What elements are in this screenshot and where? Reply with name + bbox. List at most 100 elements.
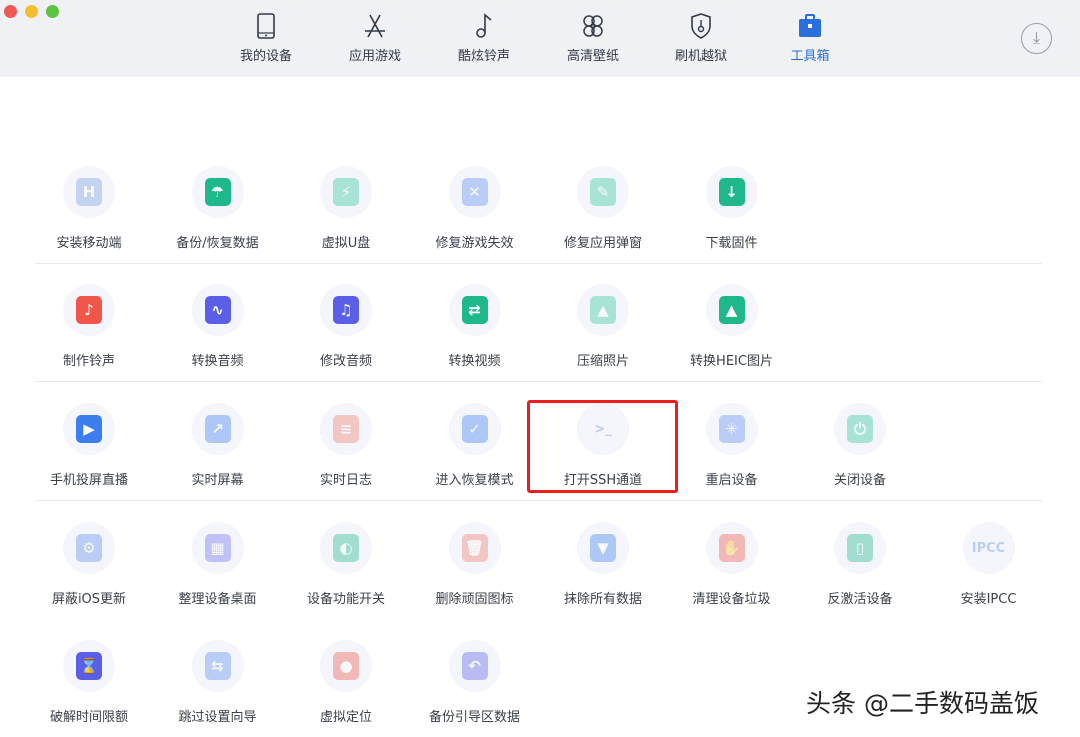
tool-item[interactable]: IPCC 安装IPCC <box>925 522 1053 607</box>
tab-label: 工具箱 <box>765 45 855 64</box>
icon-circle: ◐ <box>320 522 372 574</box>
minimize-window-button[interactable] <box>25 5 38 18</box>
gear-block-icon: ⚙ <box>76 534 102 562</box>
tool-label: 整理设备桌面 <box>154 588 282 607</box>
tool-item[interactable]: ☂备份/恢复数据 <box>154 166 282 251</box>
top-toolbar: 我的设备 应用游戏 酷炫铃声 高清壁纸 刷机越狱 工具箱 ⤓ <box>0 0 1080 77</box>
tool-item[interactable]: ⇆跳过设置向导 <box>154 640 282 725</box>
usb-drive-icon: ⚡ <box>333 178 359 206</box>
tool-item[interactable]: ♫ 修改音频 <box>282 284 410 369</box>
tool-label: 修改音频 <box>282 350 410 369</box>
backup-boot-icon: ↶ <box>462 652 488 680</box>
deactivate-phone-icon: ▯ <box>847 534 873 562</box>
tool-label: 屏蔽iOS更新 <box>25 588 153 607</box>
icon-circle: ✎ <box>577 166 629 218</box>
download-firmware-icon: ↓ <box>719 178 745 206</box>
tool-item[interactable]: ⚙ 屏蔽iOS更新 <box>25 522 153 607</box>
tool-item[interactable]: H安装移动端 <box>25 166 153 251</box>
tool-label: 修复应用弹窗 <box>539 232 667 251</box>
tool-label: 安装IPCC <box>925 588 1053 607</box>
tool-item[interactable]: ▲ 转换HEIC图片 <box>668 284 796 369</box>
icon-circle: ∿ <box>192 284 244 336</box>
icon-circle: H <box>63 166 115 218</box>
tool-label: 虚拟U盘 <box>282 232 410 251</box>
repair-popup-icon: ✎ <box>590 178 616 206</box>
icon-circle: ≡ <box>320 403 372 455</box>
tab-ringtones[interactable]: 酷炫铃声 <box>439 12 529 64</box>
icon-circle: ⏻ <box>834 403 886 455</box>
tab-my-device[interactable]: 我的设备 <box>221 12 311 64</box>
icon-circle: ⚡ <box>320 166 372 218</box>
tool-item[interactable]: ✋清理设备垃圾 <box>668 522 796 607</box>
icon-circle: IPCC <box>963 522 1015 574</box>
tool-item[interactable]: ∿ 转换音频 <box>154 284 282 369</box>
icon-circle: 🗑 <box>449 522 501 574</box>
tool-item[interactable]: ◐设备功能开关 <box>282 522 410 607</box>
row-divider <box>35 263 1042 264</box>
tool-item[interactable]: ✕修复游戏失效 <box>411 166 539 251</box>
tool-item[interactable]: ▯反激活设备 <box>796 522 924 607</box>
clean-icon: ✋ <box>719 534 745 562</box>
tool-label: 跳过设置向导 <box>154 706 282 725</box>
tool-item[interactable]: ↶备份引导区数据 <box>411 640 539 725</box>
tool-label: 转换HEIC图片 <box>668 350 796 369</box>
tool-label: 破解时间限额 <box>25 706 153 725</box>
repair-game-icon: ✕ <box>462 178 488 206</box>
tool-item[interactable]: ⏻ 关闭设备 <box>796 403 924 488</box>
icon-circle: ↶ <box>449 640 501 692</box>
tab-apps-games[interactable]: 应用游戏 <box>330 12 420 64</box>
tool-item[interactable]: ⚡ 虚拟U盘 <box>282 166 410 251</box>
tool-label: 抹除所有数据 <box>539 588 667 607</box>
tool-item[interactable]: ✎ 修复应用弹窗 <box>539 166 667 251</box>
icon-circle: ▲ <box>706 284 758 336</box>
tab-label: 刷机越狱 <box>656 45 746 64</box>
tool-item[interactable]: 🗑 删除顽固图标 <box>411 522 539 607</box>
icon-circle: ▶ <box>63 403 115 455</box>
restart-icon: ✳ <box>719 415 745 443</box>
tool-label: 实时屏幕 <box>154 469 282 488</box>
tool-item[interactable]: ▶手机投屏直播 <box>25 403 153 488</box>
toggle-icon: ◐ <box>333 534 359 562</box>
maximize-window-button[interactable] <box>46 5 59 18</box>
tab-toolbox[interactable]: 工具箱 <box>765 12 855 64</box>
tool-item[interactable]: ♪制作铃声 <box>25 284 153 369</box>
tab-label: 高清壁纸 <box>548 45 638 64</box>
tool-item[interactable]: ✓进入恢复模式 <box>411 403 539 488</box>
tool-item[interactable]: ▲压缩照片 <box>539 284 667 369</box>
tool-item[interactable]: ▼ 抹除所有数据 <box>539 522 667 607</box>
tool-item[interactable]: ⌛ 破解时间限额 <box>25 640 153 725</box>
tab-wallpapers[interactable]: 高清壁纸 <box>548 12 638 64</box>
row-divider <box>35 500 1042 501</box>
tool-label: 关闭设备 <box>796 469 924 488</box>
ipcc-icon: IPCC <box>969 534 1009 562</box>
heic-convert-icon: ▲ <box>719 296 745 324</box>
broom-icon: ▼ <box>590 534 616 562</box>
close-window-button[interactable] <box>4 5 17 18</box>
icon-circle: ↓ <box>706 166 758 218</box>
tab-label: 我的设备 <box>221 45 311 64</box>
tool-item[interactable]: ▦ 整理设备桌面 <box>154 522 282 607</box>
flower-icon <box>580 12 606 40</box>
tool-label: 删除顽固图标 <box>411 588 539 607</box>
tool-label: 实时日志 <box>282 469 410 488</box>
audio-file-icon: ♫ <box>333 296 359 324</box>
hourglass-icon: ⌛ <box>76 652 102 680</box>
tool-item[interactable]: ●虚拟定位 <box>282 640 410 725</box>
install-app-icon: H <box>76 178 102 206</box>
tool-item[interactable]: ✳重启设备 <box>668 403 796 488</box>
tool-item[interactable]: ↓下载固件 <box>668 166 796 251</box>
grid-icon: ▦ <box>205 534 231 562</box>
tool-item[interactable]: ⇄转换视频 <box>411 284 539 369</box>
tool-item[interactable]: ↗ 实时屏幕 <box>154 403 282 488</box>
icon-circle: ▼ <box>577 522 629 574</box>
download-icon[interactable]: ⤓ <box>1021 23 1052 54</box>
tool-item[interactable]: ≡ 实时日志 <box>282 403 410 488</box>
shield-key-icon <box>688 12 714 40</box>
icon-circle: ↗ <box>192 403 244 455</box>
tab-jailbreak[interactable]: 刷机越狱 <box>656 12 746 64</box>
icon-circle: ✋ <box>706 522 758 574</box>
icon-circle: ⚙ <box>63 522 115 574</box>
power-icon: ⏻ <box>847 415 873 443</box>
tool-label: 转换音频 <box>154 350 282 369</box>
icon-circle: ♫ <box>320 284 372 336</box>
